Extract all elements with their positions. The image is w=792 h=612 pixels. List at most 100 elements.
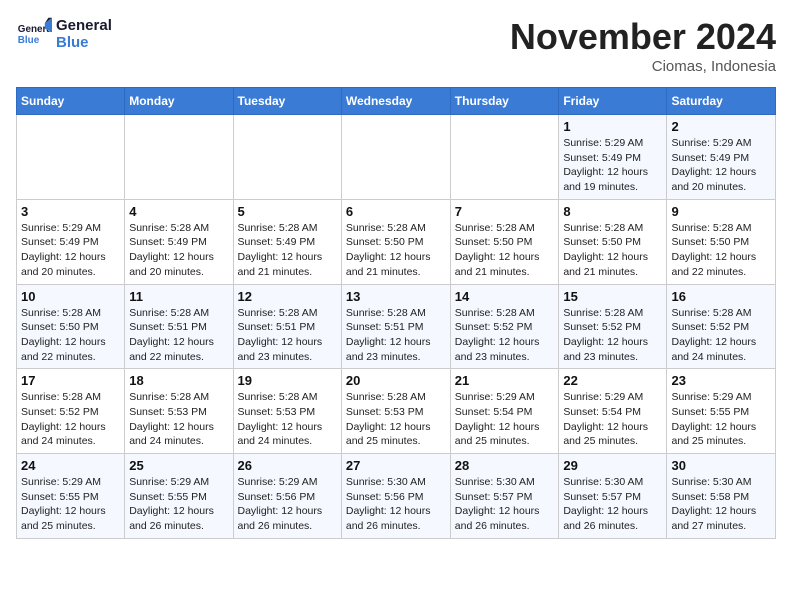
day-info: Sunrise: 5:28 AM Sunset: 5:53 PM Dayligh… — [238, 390, 337, 449]
day-number: 17 — [21, 373, 120, 388]
day-info: Sunrise: 5:30 AM Sunset: 5:58 PM Dayligh… — [671, 475, 771, 534]
day-number: 12 — [238, 289, 337, 304]
day-info: Sunrise: 5:28 AM Sunset: 5:50 PM Dayligh… — [346, 221, 446, 280]
day-number: 14 — [455, 289, 555, 304]
day-number: 4 — [129, 204, 228, 219]
day-info: Sunrise: 5:28 AM Sunset: 5:53 PM Dayligh… — [346, 390, 446, 449]
day-number: 10 — [21, 289, 120, 304]
day-info: Sunrise: 5:28 AM Sunset: 5:50 PM Dayligh… — [671, 221, 771, 280]
day-info: Sunrise: 5:29 AM Sunset: 5:49 PM Dayligh… — [563, 136, 662, 195]
month-title: November 2024 — [510, 16, 776, 58]
weekday-header: Monday — [125, 88, 233, 115]
calendar-cell: 29 Sunrise: 5:30 AM Sunset: 5:57 PM Dayli… — [559, 454, 667, 539]
day-number: 1 — [563, 119, 662, 134]
day-number: 29 — [563, 458, 662, 473]
calendar-cell — [125, 115, 233, 200]
day-number: 27 — [346, 458, 446, 473]
calendar-cell: 27 Sunrise: 5:30 AM Sunset: 5:56 PM Dayli… — [341, 454, 450, 539]
logo-blue: Blue — [56, 34, 112, 51]
weekday-header: Saturday — [667, 88, 776, 115]
calendar-cell — [450, 115, 559, 200]
day-number: 9 — [671, 204, 771, 219]
calendar-cell: 18 Sunrise: 5:28 AM Sunset: 5:53 PM Dayli… — [125, 369, 233, 454]
day-info: Sunrise: 5:28 AM Sunset: 5:52 PM Dayligh… — [21, 390, 120, 449]
day-number: 18 — [129, 373, 228, 388]
weekday-header: Tuesday — [233, 88, 341, 115]
calendar-cell — [17, 115, 125, 200]
logo-icon: General Blue — [16, 16, 52, 52]
day-info: Sunrise: 5:30 AM Sunset: 5:57 PM Dayligh… — [455, 475, 555, 534]
logo: General Blue General Blue — [16, 16, 112, 52]
calendar-cell: 15 Sunrise: 5:28 AM Sunset: 5:52 PM Dayli… — [559, 284, 667, 369]
logo-general: General — [56, 17, 112, 34]
calendar-cell: 3 Sunrise: 5:29 AM Sunset: 5:49 PM Daylig… — [17, 199, 125, 284]
day-info: Sunrise: 5:29 AM Sunset: 5:55 PM Dayligh… — [671, 390, 771, 449]
day-info: Sunrise: 5:28 AM Sunset: 5:49 PM Dayligh… — [238, 221, 337, 280]
day-info: Sunrise: 5:28 AM Sunset: 5:52 PM Dayligh… — [671, 306, 771, 365]
day-info: Sunrise: 5:30 AM Sunset: 5:57 PM Dayligh… — [563, 475, 662, 534]
day-info: Sunrise: 5:28 AM Sunset: 5:51 PM Dayligh… — [238, 306, 337, 365]
calendar-cell: 28Sunrise: 5:30 AM Sunset: 5:57 PM Dayli… — [450, 454, 559, 539]
day-number: 2 — [671, 119, 771, 134]
day-number: 7 — [455, 204, 555, 219]
day-number: 3 — [21, 204, 120, 219]
day-info: Sunrise: 5:29 AM Sunset: 5:49 PM Dayligh… — [671, 136, 771, 195]
calendar-cell — [341, 115, 450, 200]
calendar-cell: 17 Sunrise: 5:28 AM Sunset: 5:52 PM Dayli… — [17, 369, 125, 454]
calendar-cell: 13 Sunrise: 5:28 AM Sunset: 5:51 PM Dayli… — [341, 284, 450, 369]
calendar-cell: 19 Sunrise: 5:28 AM Sunset: 5:53 PM Dayli… — [233, 369, 341, 454]
calendar-cell: 7 Sunrise: 5:28 AM Sunset: 5:50 PM Daylig… — [450, 199, 559, 284]
day-info: Sunrise: 5:28 AM Sunset: 5:52 PM Dayligh… — [563, 306, 662, 365]
calendar-cell: 11Sunrise: 5:28 AM Sunset: 5:51 PM Dayli… — [125, 284, 233, 369]
day-info: Sunrise: 5:30 AM Sunset: 5:56 PM Dayligh… — [346, 475, 446, 534]
calendar-cell: 25Sunrise: 5:29 AM Sunset: 5:55 PM Dayli… — [125, 454, 233, 539]
weekday-header: Friday — [559, 88, 667, 115]
calendar-cell: 20 Sunrise: 5:28 AM Sunset: 5:53 PM Dayli… — [341, 369, 450, 454]
location: Ciomas, Indonesia — [510, 58, 776, 75]
day-info: Sunrise: 5:29 AM Sunset: 5:55 PM Dayligh… — [129, 475, 228, 534]
day-number: 23 — [671, 373, 771, 388]
calendar-cell: 12 Sunrise: 5:28 AM Sunset: 5:51 PM Dayli… — [233, 284, 341, 369]
day-number: 19 — [238, 373, 337, 388]
day-info: Sunrise: 5:29 AM Sunset: 5:55 PM Dayligh… — [21, 475, 120, 534]
day-info: Sunrise: 5:29 AM Sunset: 5:56 PM Dayligh… — [238, 475, 337, 534]
day-number: 26 — [238, 458, 337, 473]
svg-text:Blue: Blue — [18, 35, 40, 46]
calendar-cell: 6Sunrise: 5:28 AM Sunset: 5:50 PM Daylig… — [341, 199, 450, 284]
day-info: Sunrise: 5:29 AM Sunset: 5:54 PM Dayligh… — [563, 390, 662, 449]
day-info: Sunrise: 5:28 AM Sunset: 5:50 PM Dayligh… — [21, 306, 120, 365]
day-number: 15 — [563, 289, 662, 304]
weekday-header: Thursday — [450, 88, 559, 115]
weekday-header: Wednesday — [341, 88, 450, 115]
calendar-cell: 26 Sunrise: 5:29 AM Sunset: 5:56 PM Dayli… — [233, 454, 341, 539]
day-number: 20 — [346, 373, 446, 388]
day-info: Sunrise: 5:28 AM Sunset: 5:51 PM Dayligh… — [346, 306, 446, 365]
day-number: 16 — [671, 289, 771, 304]
day-info: Sunrise: 5:28 AM Sunset: 5:51 PM Dayligh… — [129, 306, 228, 365]
day-info: Sunrise: 5:28 AM Sunset: 5:52 PM Dayligh… — [455, 306, 555, 365]
day-number: 21 — [455, 373, 555, 388]
calendar-cell: 16 Sunrise: 5:28 AM Sunset: 5:52 PM Dayli… — [667, 284, 776, 369]
calendar-cell: 9 Sunrise: 5:28 AM Sunset: 5:50 PM Daylig… — [667, 199, 776, 284]
day-info: Sunrise: 5:29 AM Sunset: 5:54 PM Dayligh… — [455, 390, 555, 449]
calendar-cell: 5Sunrise: 5:28 AM Sunset: 5:49 PM Daylig… — [233, 199, 341, 284]
day-info: Sunrise: 5:28 AM Sunset: 5:53 PM Dayligh… — [129, 390, 228, 449]
calendar-cell: 14 Sunrise: 5:28 AM Sunset: 5:52 PM Dayli… — [450, 284, 559, 369]
day-info: Sunrise: 5:28 AM Sunset: 5:50 PM Dayligh… — [563, 221, 662, 280]
day-info: Sunrise: 5:29 AM Sunset: 5:49 PM Dayligh… — [21, 221, 120, 280]
calendar-cell: 22Sunrise: 5:29 AM Sunset: 5:54 PM Dayli… — [559, 369, 667, 454]
weekday-header: Sunday — [17, 88, 125, 115]
calendar-table: SundayMondayTuesdayWednesdayThursdayFrid… — [16, 87, 776, 539]
page-header: General Blue General Blue November 2024 … — [16, 16, 776, 75]
calendar-cell: 1 Sunrise: 5:29 AM Sunset: 5:49 PM Daylig… — [559, 115, 667, 200]
day-info: Sunrise: 5:28 AM Sunset: 5:49 PM Dayligh… — [129, 221, 228, 280]
day-info: Sunrise: 5:28 AM Sunset: 5:50 PM Dayligh… — [455, 221, 555, 280]
day-number: 30 — [671, 458, 771, 473]
calendar-cell: 10 Sunrise: 5:28 AM Sunset: 5:50 PM Dayli… — [17, 284, 125, 369]
day-number: 13 — [346, 289, 446, 304]
title-area: November 2024 Ciomas, Indonesia — [510, 16, 776, 75]
calendar-cell: 24Sunrise: 5:29 AM Sunset: 5:55 PM Dayli… — [17, 454, 125, 539]
calendar-cell: 21 Sunrise: 5:29 AM Sunset: 5:54 PM Dayli… — [450, 369, 559, 454]
calendar-cell: 4 Sunrise: 5:28 AM Sunset: 5:49 PM Daylig… — [125, 199, 233, 284]
day-number: 8 — [563, 204, 662, 219]
